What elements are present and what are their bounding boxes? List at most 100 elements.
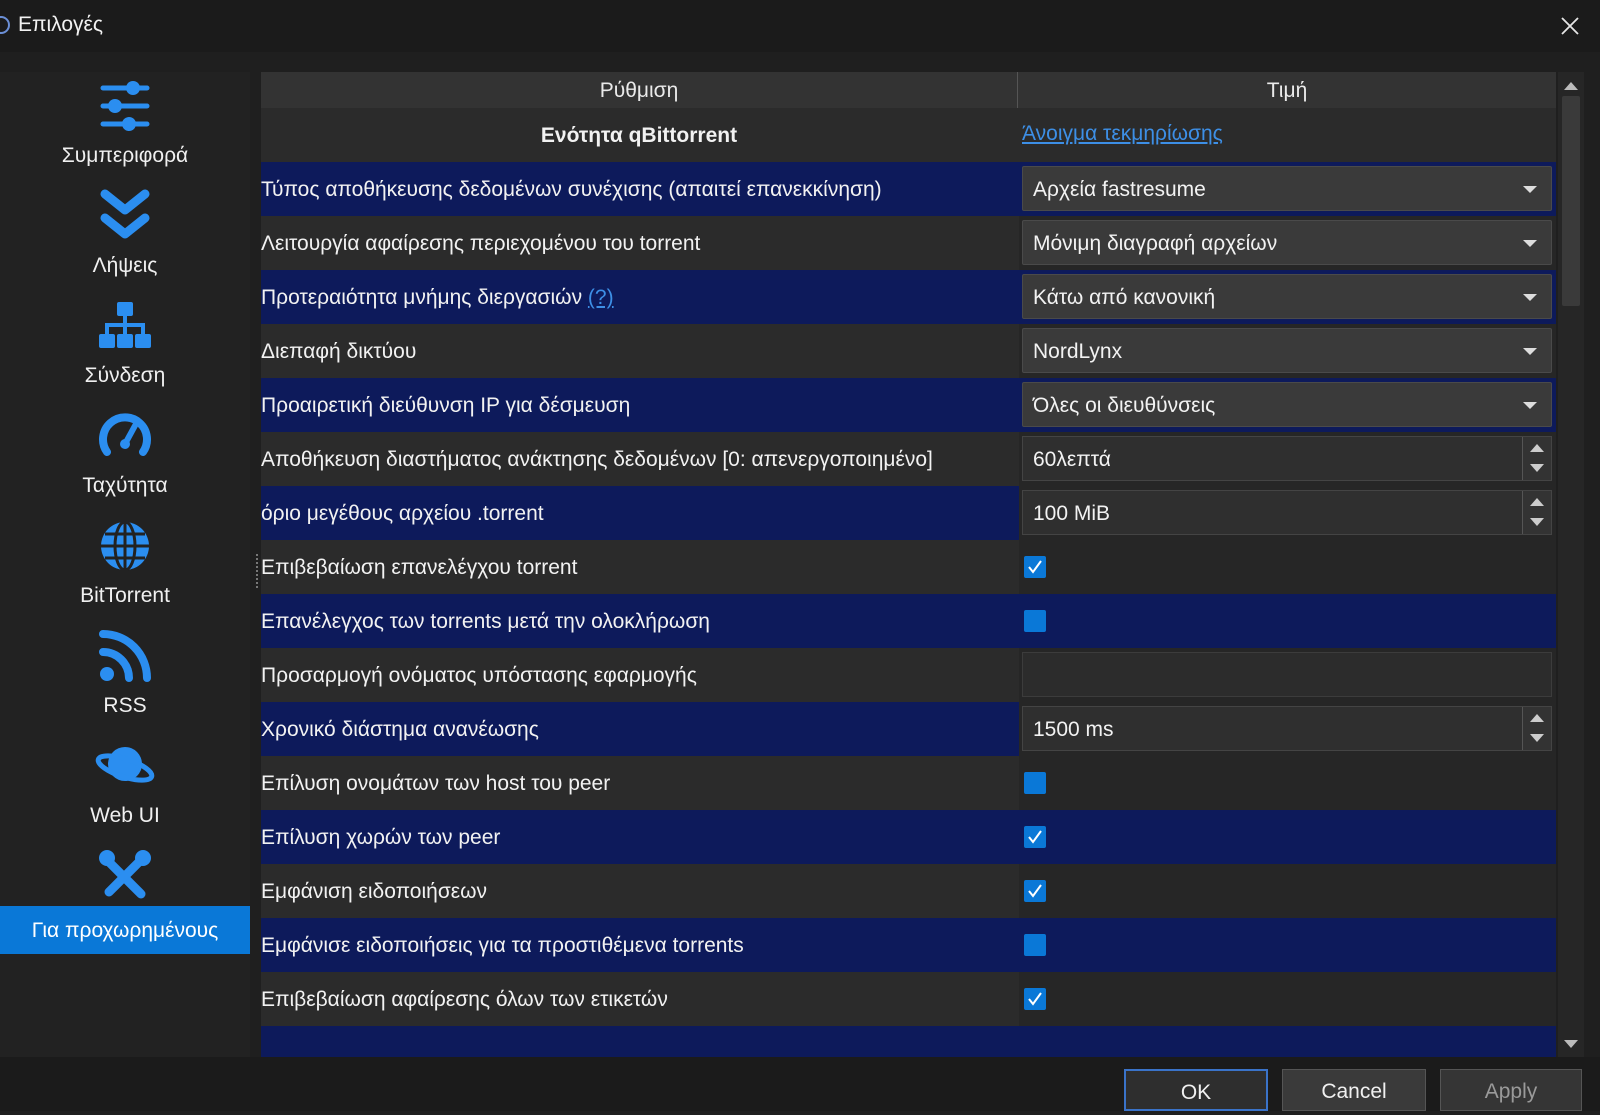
network-tree-icon: [99, 302, 151, 348]
app-icon: [0, 16, 10, 34]
double-chevron-down-icon: [100, 189, 150, 239]
table-row[interactable]: Διεπαφή δικτύου NordLynx: [261, 324, 1556, 379]
recheck-on-completion-checkbox[interactable]: [1024, 610, 1046, 632]
advanced-settings-table: Ρύθμιση Τιμή Ενότητα qBittorrent Άνοιγμα…: [261, 72, 1556, 1057]
spin-down-icon[interactable]: [1530, 518, 1544, 526]
scrollbar-thumb[interactable]: [1562, 96, 1580, 306]
table-row[interactable]: Επιβεβαίωση αφαίρεσης όλων των ετικετών: [261, 972, 1556, 1027]
confirm-remove-tags-checkbox[interactable]: [1024, 988, 1046, 1010]
sidebar: Συμπεριφορά Λήψεις Σύνδεση Ταχύτητα BitT…: [0, 72, 250, 1057]
open-documentation-link[interactable]: Άνοιγμα τεκμηρίωσης: [1022, 122, 1223, 146]
bind-ip-select[interactable]: Όλες οι διευθύνσεις: [1022, 382, 1552, 427]
dialog-footer: OK Cancel Apply: [0, 1057, 1600, 1111]
help-link[interactable]: (?): [588, 286, 614, 309]
chevron-down-icon: [1523, 240, 1537, 247]
sidebar-item-label: RSS: [103, 694, 147, 717]
rss-icon: [99, 630, 151, 682]
tools-icon: [99, 850, 151, 899]
sidebar-item-label: BitTorrent: [80, 584, 170, 607]
added-torrent-notifications-checkbox[interactable]: [1024, 934, 1046, 956]
table-row[interactable]: Επίλυση ονομάτων των host του peer: [261, 756, 1556, 811]
setting-label: Διεπαφή δικτύου: [261, 340, 417, 363]
refresh-interval-spinbox[interactable]: 1500 ms: [1022, 706, 1552, 751]
sidebar-item-behavior[interactable]: Συμπεριφορά: [0, 74, 250, 186]
table-row[interactable]: Εμφάνισε ειδοποιήσεις για τα προστιθέμεν…: [261, 918, 1556, 973]
ok-button[interactable]: OK: [1124, 1069, 1268, 1111]
planet-icon: [95, 747, 155, 783]
chevron-down-icon: [1523, 348, 1537, 355]
torrent-size-limit-spinbox[interactable]: 100 MiB: [1022, 490, 1552, 535]
memory-priority-select[interactable]: Κάτω από κανονική: [1022, 274, 1552, 319]
spin-up-icon[interactable]: [1530, 714, 1544, 722]
title-bar: Επιλογές: [0, 0, 1600, 52]
sidebar-item-label: Web UI: [90, 804, 160, 827]
show-notifications-checkbox[interactable]: [1024, 880, 1046, 902]
setting-label: Εμφάνιση ειδοποιήσεων: [261, 880, 488, 903]
table-header: Ρύθμιση Τιμή: [261, 72, 1556, 109]
scroll-up-icon[interactable]: [1564, 82, 1578, 90]
chevron-down-icon: [1523, 294, 1537, 301]
window-title: Επιλογές: [18, 13, 104, 36]
setting-label: Επανέλεγχος των torrents μετά την ολοκλή…: [261, 610, 710, 633]
close-button[interactable]: [1552, 8, 1588, 44]
setting-label: Επιβεβαίωση αφαίρεσης όλων των ετικετών: [261, 988, 668, 1011]
column-header-value[interactable]: Τιμή: [1018, 72, 1556, 108]
table-row[interactable]: Τύπος αποθήκευσης δεδομένων συνέχισης (α…: [261, 162, 1556, 217]
column-header-setting[interactable]: Ρύθμιση: [261, 72, 1018, 108]
sidebar-item-downloads[interactable]: Λήψεις: [0, 184, 250, 296]
table-row[interactable]: Λειτουργία αφαίρεσης περιεχομένου του to…: [261, 216, 1556, 271]
setting-label: Λειτουργία αφαίρεσης περιεχομένου του to…: [261, 232, 701, 255]
table-row[interactable]: Επίλυση χωρών των peer: [261, 810, 1556, 865]
setting-label: όριο μεγέθους αρχείου .torrent: [261, 502, 544, 525]
sidebar-item-label: Ταχύτητα: [82, 474, 168, 497]
table-row[interactable]: Προτεραιότητα μνήμης διεργασιών (?) Κάτω…: [261, 270, 1556, 325]
sidebar-item-webui[interactable]: Web UI: [0, 734, 250, 846]
vertical-scrollbar[interactable]: [1558, 72, 1584, 1057]
spin-up-icon[interactable]: [1530, 444, 1544, 452]
resolve-hostnames-checkbox[interactable]: [1024, 772, 1046, 794]
setting-label: Τύπος αποθήκευσης δεδομένων συνέχισης (α…: [261, 178, 882, 201]
apply-button[interactable]: Apply: [1440, 1069, 1582, 1111]
checkmark-icon: [1028, 560, 1042, 574]
table-row[interactable]: Αποθήκευση διαστήματος ανάκτησης δεδομέν…: [261, 432, 1556, 487]
table-row[interactable]: Εμφάνιση ειδοποιήσεων: [261, 864, 1556, 919]
checkmark-icon: [1028, 830, 1042, 844]
scroll-down-icon[interactable]: [1564, 1040, 1578, 1048]
setting-label: Προτεραιότητα μνήμης διεργασιών (?): [261, 286, 614, 309]
chevron-down-icon: [1523, 402, 1537, 409]
setting-label: Εμφάνισε ειδοποιήσεις για τα προστιθέμεν…: [261, 934, 744, 957]
spin-down-icon[interactable]: [1530, 734, 1544, 742]
table-row[interactable]: Χρονικό διάστημα ανανέωσης 1500 ms: [261, 702, 1556, 757]
setting-label: Επίλυση ονομάτων των host του peer: [261, 772, 611, 795]
table-row[interactable]: Προαιρετική διεύθυνση IP για δέσμευση Όλ…: [261, 378, 1556, 433]
setting-label: Αποθήκευση διαστήματος ανάκτησης δεδομέν…: [261, 448, 933, 471]
resolve-countries-checkbox[interactable]: [1024, 826, 1046, 848]
table-row[interactable]: Επιβεβαίωση επανελέγχου torrent: [261, 540, 1556, 595]
checkmark-icon: [1028, 884, 1042, 898]
spin-down-icon[interactable]: [1530, 464, 1544, 472]
save-resume-interval-spinbox[interactable]: 60λεπτά: [1022, 436, 1552, 481]
cancel-button[interactable]: Cancel: [1282, 1069, 1426, 1111]
table-row[interactable]: [261, 1026, 1556, 1057]
speedometer-icon: [99, 413, 151, 456]
table-row[interactable]: Επανέλεγχος των torrents μετά την ολοκλή…: [261, 594, 1556, 649]
sliders-icon: [100, 81, 150, 131]
setting-label: Επίλυση χωρών των peer: [261, 826, 501, 849]
instance-name-input[interactable]: [1022, 652, 1552, 697]
sidebar-item-bittorrent[interactable]: BitTorrent: [0, 514, 250, 626]
resume-storage-select[interactable]: Αρχεία fastresume: [1022, 166, 1552, 211]
table-row[interactable]: Προσαρμογή ονόματος υπόστασης εφαρμογής: [261, 648, 1556, 703]
sidebar-item-connection[interactable]: Σύνδεση: [0, 294, 250, 406]
spin-up-icon[interactable]: [1530, 498, 1544, 506]
sidebar-item-label: Για προχωρημένους: [31, 919, 219, 942]
network-interface-select[interactable]: NordLynx: [1022, 328, 1552, 373]
sidebar-item-advanced[interactable]: Για προχωρημένους: [0, 844, 250, 956]
sidebar-item-speed[interactable]: Ταχύτητα: [0, 404, 250, 516]
setting-label: Προαιρετική διεύθυνση IP για δέσμευση: [261, 394, 631, 417]
section-title: Ενότητα qBittorrent: [540, 124, 738, 147]
globe-icon: [101, 520, 149, 572]
sidebar-item-rss[interactable]: RSS: [0, 624, 250, 736]
content-removal-select[interactable]: Μόνιμη διαγραφή αρχείων: [1022, 220, 1552, 265]
table-row[interactable]: όριο μεγέθους αρχείου .torrent 100 MiB: [261, 486, 1556, 541]
recheck-confirm-checkbox[interactable]: [1024, 556, 1046, 578]
